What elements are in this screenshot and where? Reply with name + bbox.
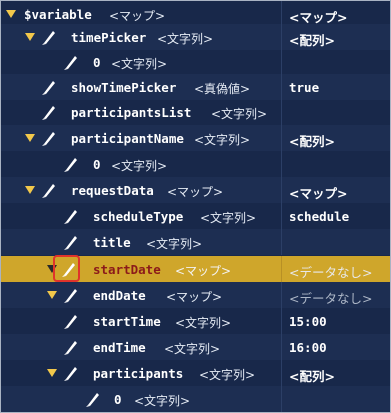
- expand-arrow-icon[interactable]: [6, 10, 16, 18]
- variable-type: <文字列>: [200, 211, 257, 225]
- tree-row-participantname[interactable]: participantName <文字列> <配列>: [1, 125, 390, 151]
- variable-value[interactable]: <データなし>: [289, 288, 372, 307]
- expand-arrow-icon[interactable]: [25, 134, 35, 142]
- highlight-annotation-box: [53, 255, 80, 282]
- column-divider: [281, 24, 282, 50]
- variable-name: participantName: [71, 131, 184, 146]
- expand-arrow-icon[interactable]: [25, 33, 35, 41]
- variable-type: <文字列>: [175, 316, 232, 330]
- expand-arrow-icon[interactable]: [47, 369, 57, 377]
- variable-name: 0: [93, 157, 101, 172]
- pencil-icon[interactable]: [61, 363, 81, 383]
- pencil-icon[interactable]: [61, 232, 81, 252]
- variable-name: showTimePicker: [71, 80, 177, 95]
- variable-value[interactable]: <配列>: [289, 30, 335, 49]
- pencil-icon[interactable]: [39, 180, 59, 200]
- variable-type: <文字列>: [194, 133, 251, 147]
- column-divider: [281, 74, 282, 100]
- tree-row-participants-0[interactable]: 0 <文字列>: [1, 386, 390, 412]
- column-divider: [281, 125, 282, 151]
- tree-row-showtimepicker[interactable]: showTimePicker <真偽値> true: [1, 74, 390, 100]
- variable-type: <文字列>: [134, 394, 191, 408]
- variable-type: <文字列>: [111, 159, 168, 173]
- tree-row-timepicker-0[interactable]: 0 <文字列>: [1, 49, 390, 75]
- variable-value[interactable]: 15:00: [289, 314, 327, 329]
- variable-name: 0: [93, 55, 101, 70]
- column-divider: [281, 334, 282, 360]
- variable-name: 0: [114, 392, 122, 407]
- variable-name: title: [93, 235, 131, 250]
- variable-type: <文字列>: [157, 32, 214, 46]
- variable-type: <文字列>: [199, 368, 256, 382]
- pencil-icon[interactable]: [83, 389, 103, 409]
- column-divider: [281, 49, 282, 75]
- variable-type: <マップ>: [109, 9, 166, 23]
- variable-name: startDate: [93, 262, 161, 277]
- pencil-icon[interactable]: [61, 154, 81, 174]
- tree-row-requestdata[interactable]: requestData <マップ> <マップ>: [1, 177, 390, 203]
- variable-name: endDate: [93, 288, 146, 303]
- column-divider: [281, 360, 282, 386]
- pencil-icon[interactable]: [39, 102, 59, 122]
- tree-row-endtime[interactable]: endTime <文字列> 16:00: [1, 334, 390, 360]
- column-divider: [281, 151, 282, 177]
- variable-name: requestData: [71, 183, 154, 198]
- variable-value[interactable]: true: [289, 80, 319, 95]
- pencil-icon[interactable]: [39, 77, 59, 97]
- variable-value[interactable]: <データなし>: [289, 262, 372, 281]
- variable-name: participantsList: [71, 105, 192, 120]
- tree-row-starttime[interactable]: startTime <文字列> 15:00: [1, 308, 390, 334]
- column-divider: [281, 386, 282, 412]
- pencil-icon[interactable]: [61, 52, 81, 72]
- variable-value[interactable]: 16:00: [289, 340, 327, 355]
- column-divider: [281, 99, 282, 125]
- pencil-icon[interactable]: [61, 285, 81, 305]
- pencil-icon[interactable]: [61, 311, 81, 331]
- column-divider: [281, 256, 282, 282]
- variable-type: <文字列>: [164, 342, 221, 356]
- variable-type: <真偽値>: [194, 82, 251, 96]
- variable-name: $variable: [24, 7, 92, 22]
- tree-row-participants[interactable]: participants <文字列> <配列>: [1, 360, 390, 386]
- variable-tree-panel: $variable <マップ> <マップ> timePicker <文字列> <…: [0, 0, 391, 413]
- variable-type: <マップ>: [167, 185, 224, 199]
- column-divider: [281, 177, 282, 203]
- variable-value[interactable]: <配列>: [289, 366, 335, 385]
- pencil-icon[interactable]: [39, 27, 59, 47]
- variable-value[interactable]: <マップ>: [289, 183, 347, 202]
- variable-type: <文字列>: [211, 107, 268, 121]
- tree-row-enddate[interactable]: endDate <マップ> <データなし>: [1, 282, 390, 308]
- expand-arrow-icon[interactable]: [25, 186, 35, 194]
- variable-value[interactable]: <配列>: [289, 131, 335, 150]
- variable-type: <文字列>: [111, 57, 168, 71]
- pencil-icon[interactable]: [61, 337, 81, 357]
- column-divider: [281, 203, 282, 229]
- column-divider: [281, 282, 282, 308]
- pencil-icon[interactable]: [61, 206, 81, 226]
- variable-name: scheduleType: [93, 209, 184, 224]
- tree-row-participantname-0[interactable]: 0 <文字列>: [1, 151, 390, 177]
- variable-type: <マップ>: [166, 290, 223, 304]
- column-divider: [281, 229, 282, 255]
- variable-name: startTime: [93, 314, 161, 329]
- variable-name: timePicker: [71, 30, 147, 45]
- variable-name: endTime: [93, 340, 146, 355]
- variable-type: <マップ>: [175, 264, 232, 278]
- column-divider: [281, 308, 282, 334]
- tree-row-scheduletype[interactable]: scheduleType <文字列> schedule: [1, 203, 390, 229]
- expand-arrow-icon[interactable]: [47, 291, 57, 299]
- variable-name: participants: [93, 366, 184, 381]
- tree-row-timepicker[interactable]: timePicker <文字列> <配列>: [1, 24, 390, 50]
- variable-type: <文字列>: [146, 237, 203, 251]
- tree-row-participantslist[interactable]: participantsList <文字列>: [1, 99, 390, 125]
- tree-row-title[interactable]: title <文字列>: [1, 229, 390, 255]
- variable-value[interactable]: schedule: [289, 209, 349, 224]
- pencil-icon[interactable]: [39, 128, 59, 148]
